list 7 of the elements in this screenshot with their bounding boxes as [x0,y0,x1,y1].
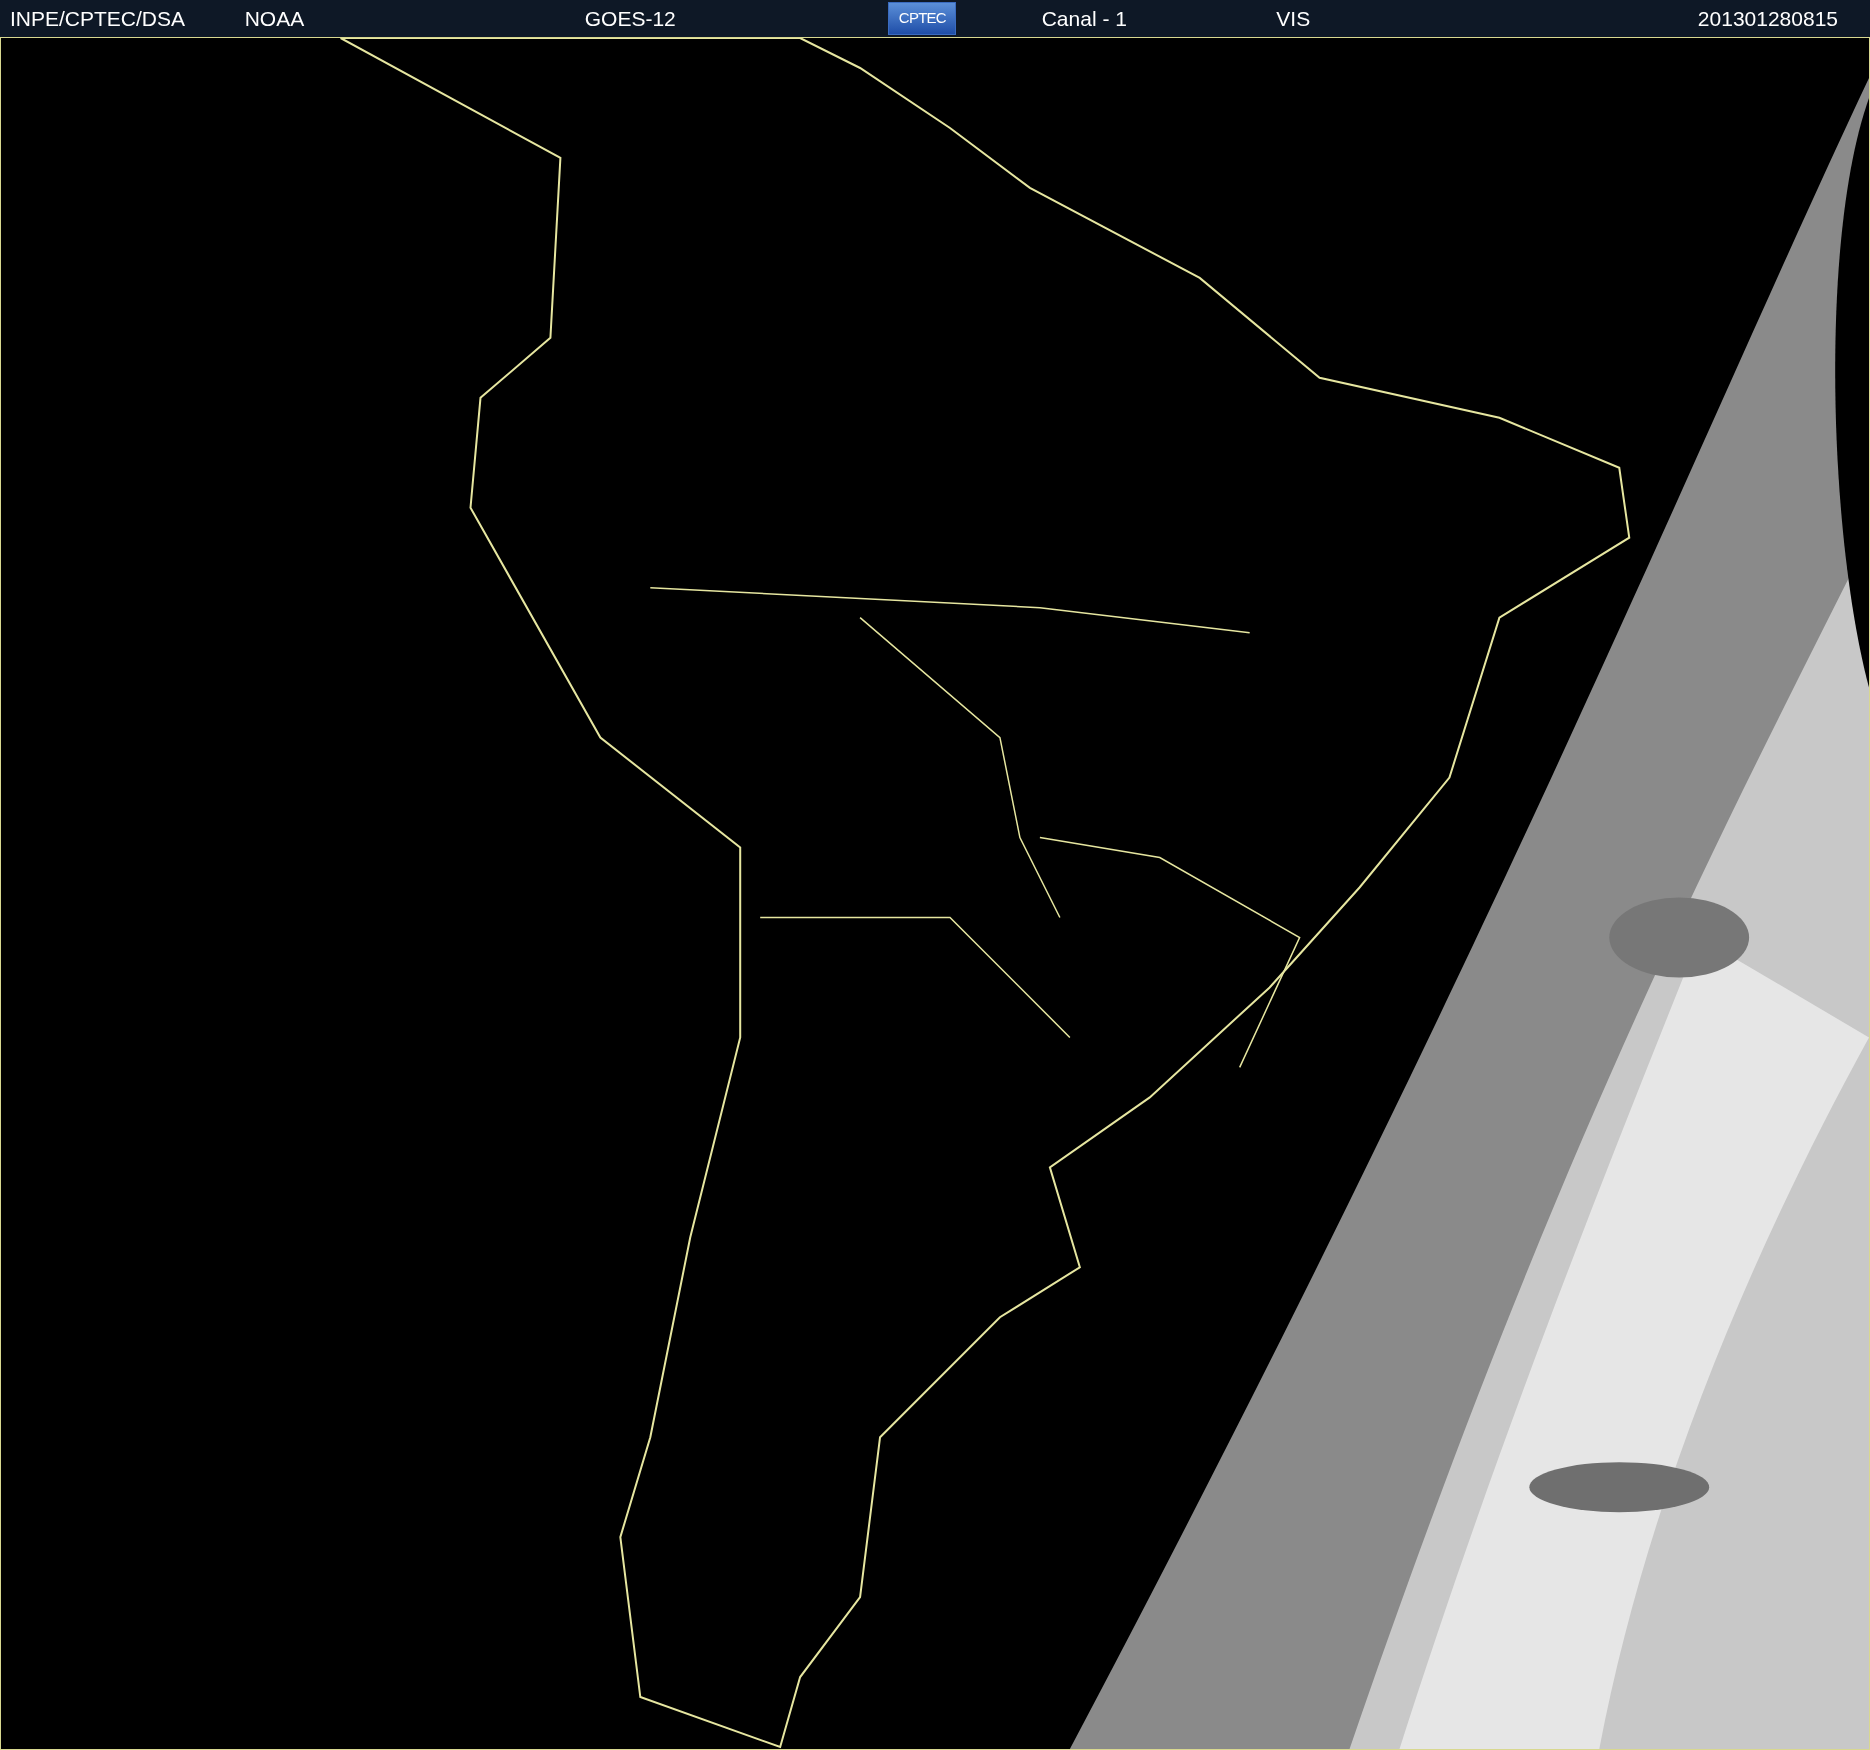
source-label: NOAA [244,5,305,32]
satellite-label: GOES-12 [584,5,676,32]
band-label: VIS [1276,5,1311,32]
agency-label: INPE/CPTEC/DSA [10,5,186,32]
channel-label: Canal - 1 [1041,5,1127,32]
timestamp-label: 201301280815 [1697,5,1838,32]
cptec-logo: CPTEC [888,2,957,35]
